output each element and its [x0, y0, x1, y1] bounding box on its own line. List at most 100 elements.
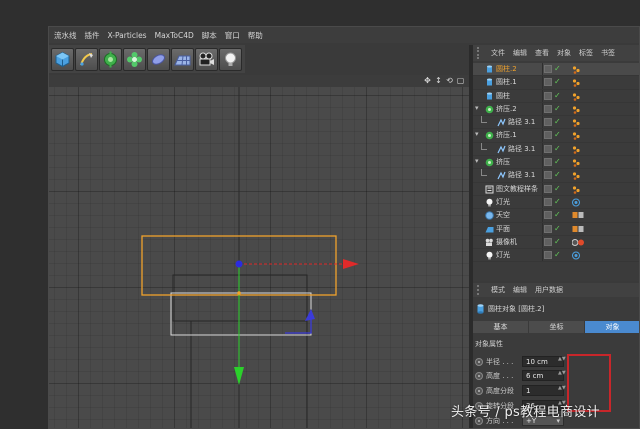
material-tag-icon[interactable]: [572, 171, 584, 181]
object-row[interactable]: 灯光 ✓: [473, 249, 639, 263]
enabled-check-icon[interactable]: ✓: [554, 211, 562, 219]
object-row[interactable]: 圆柱 ✓: [473, 89, 639, 103]
object-name[interactable]: 摄像机: [496, 237, 517, 247]
object-row[interactable]: 路径 3.1 ✓: [473, 169, 639, 183]
om-menu-tags[interactable]: 标签: [575, 48, 597, 58]
object-row[interactable]: 圆柱.2 ✓: [473, 63, 639, 77]
stepper-icon[interactable]: ▲▼: [558, 386, 566, 394]
stepper-icon[interactable]: ▲▼: [558, 357, 566, 365]
y-axis-handle[interactable]: [234, 367, 244, 385]
material-tag-icon[interactable]: [572, 131, 584, 141]
material-tag-icon[interactable]: [572, 225, 584, 234]
layer-box-icon[interactable]: [544, 118, 552, 127]
material-tag-icon[interactable]: [572, 118, 584, 127]
menu-help[interactable]: 帮助: [246, 30, 269, 41]
material-tag-icon[interactable]: [572, 158, 584, 167]
material-tag-icon[interactable]: [572, 185, 584, 194]
menu-maxtoc4d[interactable]: MaxToC4D: [153, 31, 200, 40]
layer-box-icon[interactable]: [544, 65, 552, 73]
enabled-check-icon[interactable]: ✓: [554, 144, 562, 153]
tab-coordinates[interactable]: 坐标: [529, 321, 585, 333]
layer-box-icon[interactable]: [544, 91, 552, 100]
menu-x-particles[interactable]: X-Particles: [106, 31, 153, 40]
panel-grip-icon[interactable]: [477, 285, 485, 295]
object-row[interactable]: 圆柱.1 ✓: [473, 76, 639, 90]
om-menu-bookmarks[interactable]: 书签: [597, 48, 619, 58]
enabled-check-icon[interactable]: ✓: [554, 104, 562, 113]
enabled-check-icon[interactable]: ✓: [554, 237, 562, 246]
param-animate-radio[interactable]: [475, 386, 483, 395]
enabled-check-icon[interactable]: ✓: [554, 118, 562, 126]
object-row[interactable]: 平面 ✓: [473, 222, 639, 236]
light-tool-button[interactable]: [219, 47, 242, 71]
material-tag-icon[interactable]: [572, 198, 584, 207]
generator-tool-button[interactable]: [99, 47, 122, 71]
am-menu-mode[interactable]: 模式: [487, 285, 509, 295]
enabled-check-icon[interactable]: ✓: [554, 251, 562, 259]
object-name[interactable]: 路径 3.1: [508, 144, 535, 154]
object-row[interactable]: ▾ 挤压.2 ✓: [473, 102, 639, 117]
menu-script[interactable]: 脚本: [200, 30, 223, 41]
layer-box-icon[interactable]: [544, 224, 552, 233]
object-row[interactable]: 路径 3.1 ✓: [473, 142, 639, 157]
object-name[interactable]: 灯光: [496, 250, 510, 260]
menu-pipeline[interactable]: 流水线: [52, 30, 83, 41]
material-tag-icon[interactable]: [572, 145, 584, 154]
om-menu-file[interactable]: 文件: [487, 48, 509, 58]
layer-box-icon[interactable]: [544, 197, 552, 206]
expand-toggle-icon[interactable]: ▾: [475, 104, 479, 112]
menu-window[interactable]: 窗口: [223, 30, 246, 41]
am-menu-edit[interactable]: 编辑: [509, 285, 531, 295]
object-axis-origin[interactable]: [235, 260, 243, 268]
param-animate-radio[interactable]: [475, 357, 483, 366]
tab-object[interactable]: 对象: [585, 321, 639, 333]
object-name[interactable]: 平面: [496, 224, 510, 234]
floor-tool-button[interactable]: [171, 47, 194, 71]
enabled-check-icon[interactable]: ✓: [554, 184, 562, 193]
material-tag-icon[interactable]: [572, 65, 584, 74]
enabled-check-icon[interactable]: ✓: [554, 158, 562, 166]
material-tag-icon[interactable]: [572, 92, 584, 101]
pen-tool-button[interactable]: [75, 47, 98, 71]
radius-field[interactable]: 10 cm ▲▼: [522, 356, 566, 367]
layer-box-icon[interactable]: [544, 251, 552, 260]
param-animate-radio[interactable]: [475, 371, 483, 380]
expand-toggle-icon[interactable]: ▾: [475, 130, 479, 138]
object-name[interactable]: 灯光: [496, 197, 510, 207]
object-row[interactable]: 天空 ✓: [473, 209, 639, 223]
deformer-tool-button[interactable]: [147, 47, 170, 71]
object-name[interactable]: 挤压.2: [496, 104, 517, 114]
am-menu-user-data[interactable]: 用户数据: [531, 285, 567, 295]
object-name[interactable]: 路径 3.1: [508, 170, 535, 180]
enabled-check-icon[interactable]: ✓: [554, 131, 562, 139]
object-name[interactable]: 挤压.1: [496, 130, 517, 140]
object-name[interactable]: 路径 3.1: [508, 117, 535, 127]
layer-box-icon[interactable]: [544, 144, 552, 153]
x-axis-handle[interactable]: [343, 259, 359, 269]
object-name[interactable]: 挤压: [496, 157, 510, 167]
enabled-check-icon[interactable]: ✓: [554, 91, 562, 100]
material-tag-icon[interactable]: [572, 211, 584, 220]
tab-basic[interactable]: 基本: [473, 321, 529, 333]
object-row[interactable]: 路径 3.1 ✓: [473, 116, 639, 130]
enabled-check-icon[interactable]: ✓: [554, 78, 562, 86]
om-menu-view[interactable]: 查看: [531, 48, 553, 58]
object-row[interactable]: 图文教程样条 ✓: [473, 182, 639, 196]
camera-tool-button[interactable]: [195, 47, 218, 71]
panel-grip-icon[interactable]: [477, 47, 485, 59]
layer-box-icon[interactable]: [544, 104, 552, 113]
object-name[interactable]: 圆柱.1: [496, 77, 517, 87]
om-menu-edit[interactable]: 编辑: [509, 48, 531, 58]
object-name[interactable]: 圆柱: [496, 91, 510, 101]
layer-box-icon[interactable]: [544, 78, 552, 87]
height-field[interactable]: 6 cm ▲▼: [522, 370, 566, 381]
object-row[interactable]: ▾ 挤压.1 ✓: [473, 129, 639, 143]
object-row[interactable]: 灯光 ✓: [473, 195, 639, 210]
object-row[interactable]: 摄像机 ✓: [473, 235, 639, 250]
layer-box-icon[interactable]: [544, 158, 552, 167]
enabled-check-icon[interactable]: ✓: [554, 224, 562, 233]
menu-plugins[interactable]: 插件: [83, 30, 106, 41]
3d-viewport[interactable]: ✥ ↕ ⟲ ▢: [49, 75, 469, 428]
layer-box-icon[interactable]: [544, 171, 552, 180]
mograph-tool-button[interactable]: [123, 47, 146, 71]
